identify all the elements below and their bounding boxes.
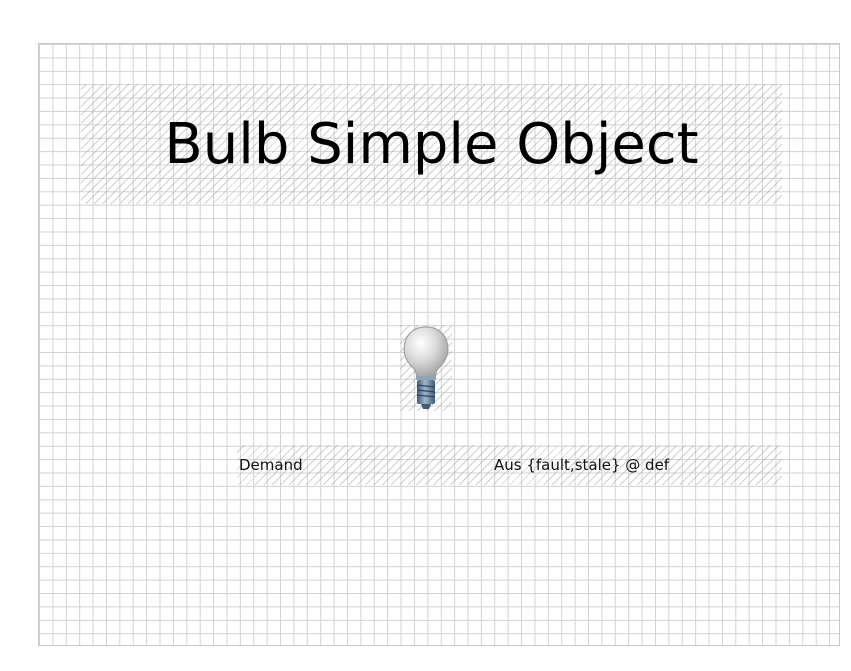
point-name-label: Demand (239, 456, 303, 474)
graphic-canvas: Bulb Simple Object Demand Aus {fault,sta… (38, 43, 840, 646)
point-value-label: Aus {fault,stale} @ def (494, 456, 670, 474)
lightbulb-icon (403, 326, 449, 409)
bulb-widget[interactable] (400, 325, 452, 411)
page-title: Bulb Simple Object (164, 111, 699, 177)
point-label-row[interactable]: Demand Aus {fault,stale} @ def (237, 445, 782, 485)
title-label-box[interactable]: Bulb Simple Object (81, 84, 782, 204)
